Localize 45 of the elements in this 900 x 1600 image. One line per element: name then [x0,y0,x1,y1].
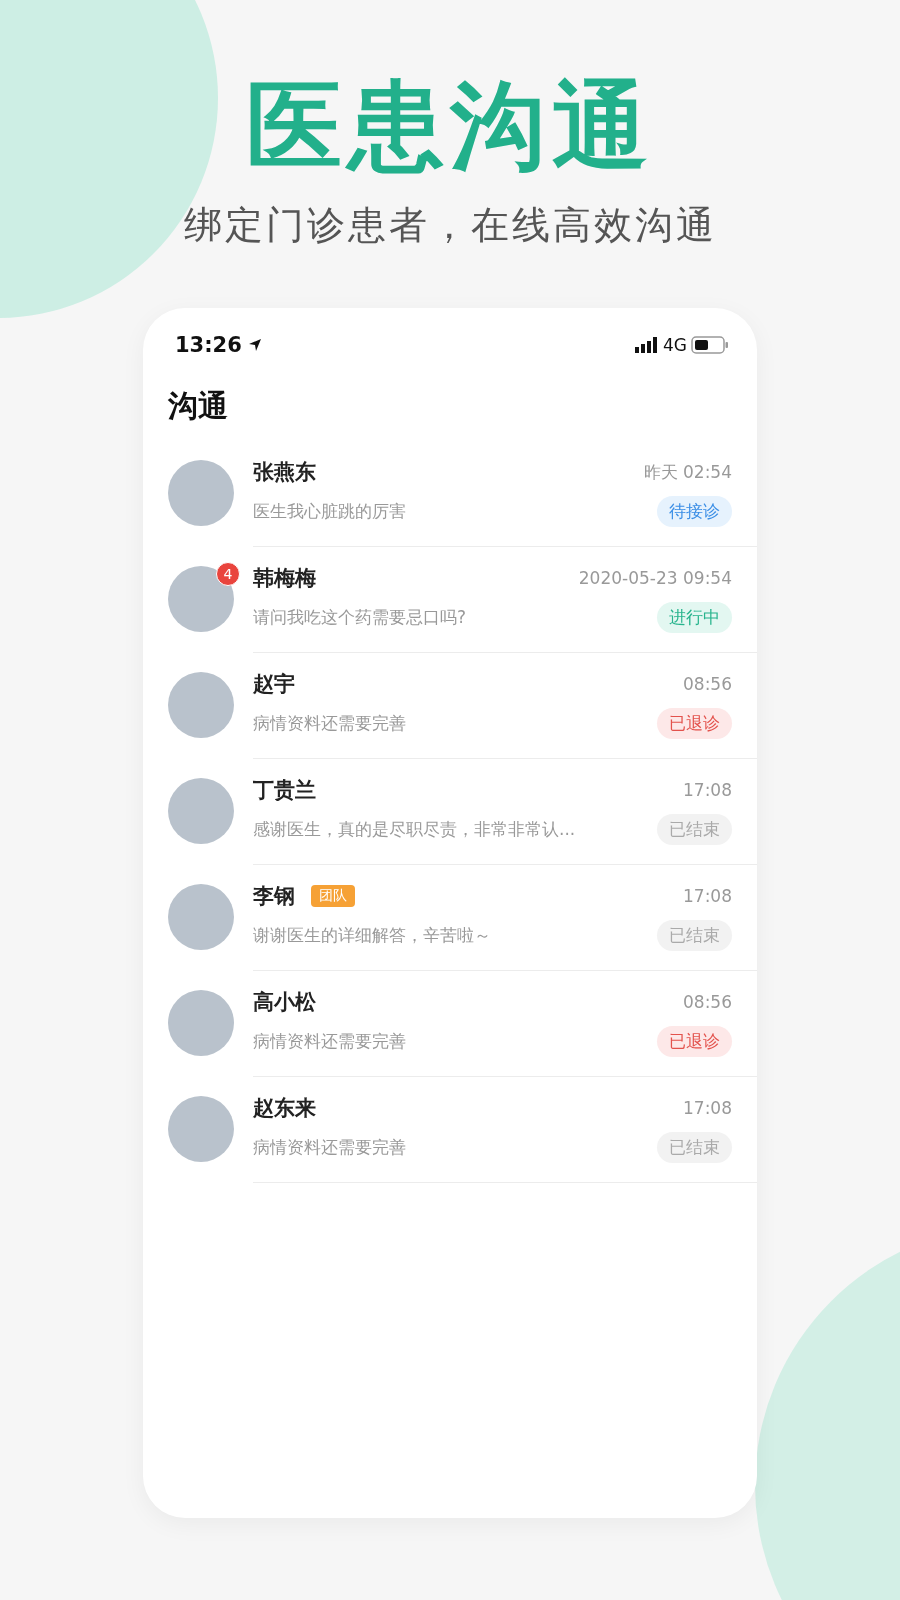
conversation-item[interactable]: 丁贵兰 17:08 感谢医生，真的是尽职尽责，非常非常认... 已结束 [143,758,757,864]
message-time: 08:56 [683,992,732,1012]
promo-subtitle: 绑定门诊患者，在线高效沟通 [183,202,717,249]
location-arrow-icon [247,338,262,352]
team-tag: 团队 [311,885,355,907]
message-time: 2020-05-23 09:54 [578,568,732,588]
message-preview: 病情资料还需要完善 [253,1030,406,1053]
contact-name: 丁贵兰 [253,777,316,804]
network-label: 4G [663,335,687,355]
contact-name: 赵东来 [253,1095,316,1122]
battery-icon [691,336,729,354]
status-tag: 已退诊 [657,1026,732,1057]
message-preview: 感谢医生，真的是尽职尽责，非常非常认... [253,818,576,841]
unread-badge: 4 [216,562,240,586]
conversation-item[interactable]: 赵东来 17:08 病情资料还需要完善 已结束 [143,1076,757,1182]
message-time: 昨天 02:54 [643,460,732,484]
message-time: 17:08 [683,886,732,906]
status-tag: 进行中 [657,602,732,633]
promo-title: 医患沟通 [246,69,654,184]
message-time: 17:08 [683,1098,732,1118]
conversation-item[interactable]: 高小松 08:56 病情资料还需要完善 已退诊 [143,970,757,1076]
status-tag: 待接诊 [657,496,732,527]
page-title: 沟通 [167,387,229,425]
message-preview: 请问我吃这个药需要忌口吗? [253,606,467,629]
contact-name: 李钢 [253,883,295,910]
status-tag: 已结束 [657,814,732,845]
status-tag: 已结束 [657,920,732,951]
status-tag: 已结束 [657,1132,732,1163]
message-preview: 病情资料还需要完善 [253,1136,406,1159]
conversation-item[interactable]: 4 韩梅梅 2020-05-23 09:54 请问我吃这个药需要忌口吗? 进行中 [143,546,757,652]
conversation-item[interactable]: 李钢 团队 17:08 谢谢医生的详细解答，辛苦啦～ 已结束 [143,864,757,970]
conversation-item[interactable]: 赵宇 08:56 病情资料还需要完善 已退诊 [143,652,757,758]
conversation-item[interactable]: 张燕东 昨天 02:54 医生我心脏跳的厉害 待接诊 [143,440,757,546]
status-time: 13:26 [175,333,242,357]
signal-icon [635,337,659,353]
message-time: 08:56 [683,674,732,694]
contact-name: 张燕东 [253,459,316,486]
message-preview: 谢谢医生的详细解答，辛苦啦～ [253,924,491,947]
status-tag: 已退诊 [657,708,732,739]
contact-name: 赵宇 [253,671,295,698]
contact-name: 韩梅梅 [253,565,316,592]
message-time: 17:08 [683,780,732,800]
message-preview: 病情资料还需要完善 [253,712,406,735]
contact-name: 高小松 [253,989,316,1016]
message-preview: 医生我心脏跳的厉害 [253,500,406,523]
